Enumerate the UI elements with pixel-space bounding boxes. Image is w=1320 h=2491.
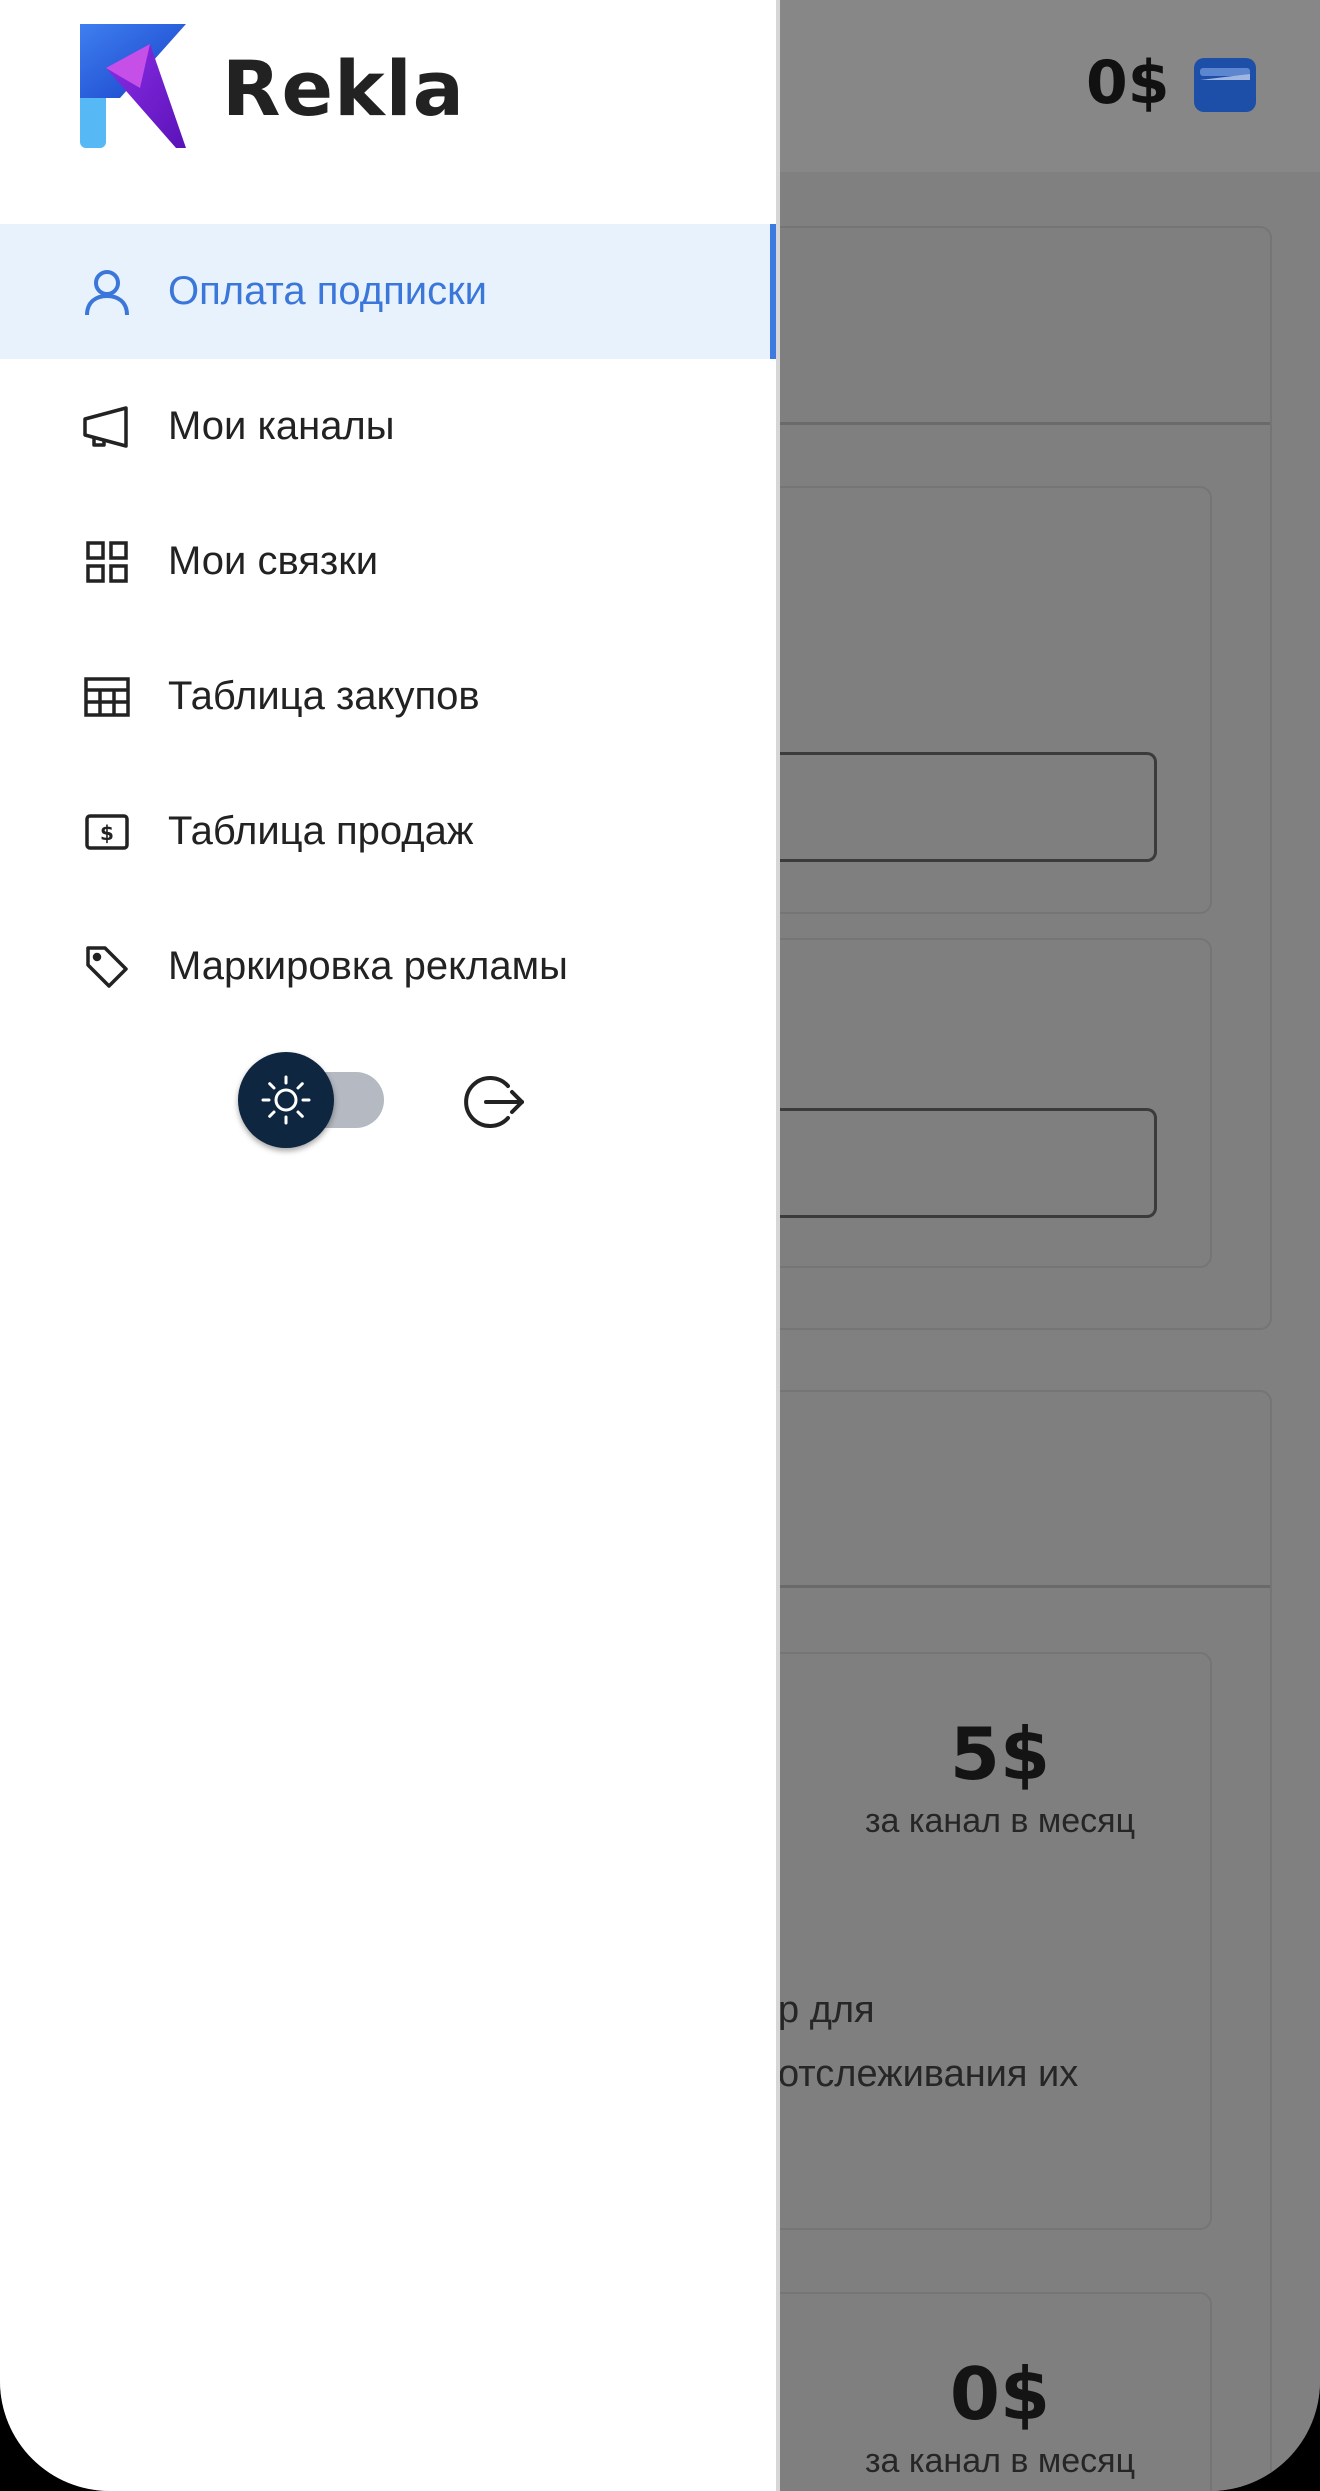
wallet-icon[interactable]: [1194, 58, 1256, 112]
tariff-description-line-2: отслеживания их: [778, 2053, 1079, 2095]
nav-label-subscription-payment: Оплата подписки: [168, 269, 487, 313]
tariff-price-1: 5$: [949, 1712, 1051, 1796]
table-icon: [80, 670, 134, 724]
nav-label-sales-table: Таблица продаж: [168, 809, 474, 853]
tariff-price-2: 0$: [949, 2352, 1051, 2436]
nav-item-my-channels[interactable]: Мои каналы: [0, 359, 776, 494]
megaphone-icon: [80, 400, 134, 454]
screen: 0$ 5$ за канал в месяц р для отслеживани…: [0, 0, 1320, 2491]
nav-item-my-bundles[interactable]: Мои связки: [0, 494, 776, 629]
grid-icon: [80, 535, 134, 589]
dollar-bill-icon: $: [80, 805, 134, 859]
tariff-description-line-1: р для: [778, 1989, 875, 2031]
nav-label-ad-labeling: Маркировка рекламы: [168, 944, 568, 988]
tariff-period-2: за канал в месяц: [864, 2442, 1136, 2480]
tag-icon: [80, 940, 134, 994]
tariff-period-1: за канал в месяц: [864, 1802, 1136, 1840]
navigation-drawer: Rekla Оплата подписки Мои каналы Мои свя…: [0, 0, 780, 2491]
drawer-controls: [0, 1050, 776, 1150]
theme-toggle-knob[interactable]: [238, 1052, 334, 1148]
balance-amount[interactable]: 0$: [1086, 48, 1170, 118]
nav-item-subscription-payment[interactable]: Оплата подписки: [0, 224, 776, 359]
svg-text:$: $: [100, 821, 114, 845]
nav-item-sales-table[interactable]: $ Таблица продаж: [0, 764, 776, 899]
brand-name[interactable]: Rekla: [222, 44, 465, 133]
nav-label-purchases-table: Таблица закупов: [168, 674, 480, 718]
user-icon: [80, 265, 134, 319]
drawer-menu: Оплата подписки Мои каналы Мои связки Та…: [0, 224, 776, 1034]
sun-icon: [261, 1075, 311, 1125]
nav-item-purchases-table[interactable]: Таблица закупов: [0, 629, 776, 764]
tariffs-divider: [700, 1585, 1270, 1588]
logout-icon[interactable]: [462, 1070, 526, 1134]
nav-label-my-bundles: Мои связки: [168, 539, 379, 583]
card-divider: [700, 422, 1270, 425]
nav-label-my-channels: Мои каналы: [168, 404, 395, 448]
nav-item-ad-labeling[interactable]: Маркировка рекламы: [0, 899, 776, 1034]
rekla-logo-icon[interactable]: [80, 24, 186, 148]
